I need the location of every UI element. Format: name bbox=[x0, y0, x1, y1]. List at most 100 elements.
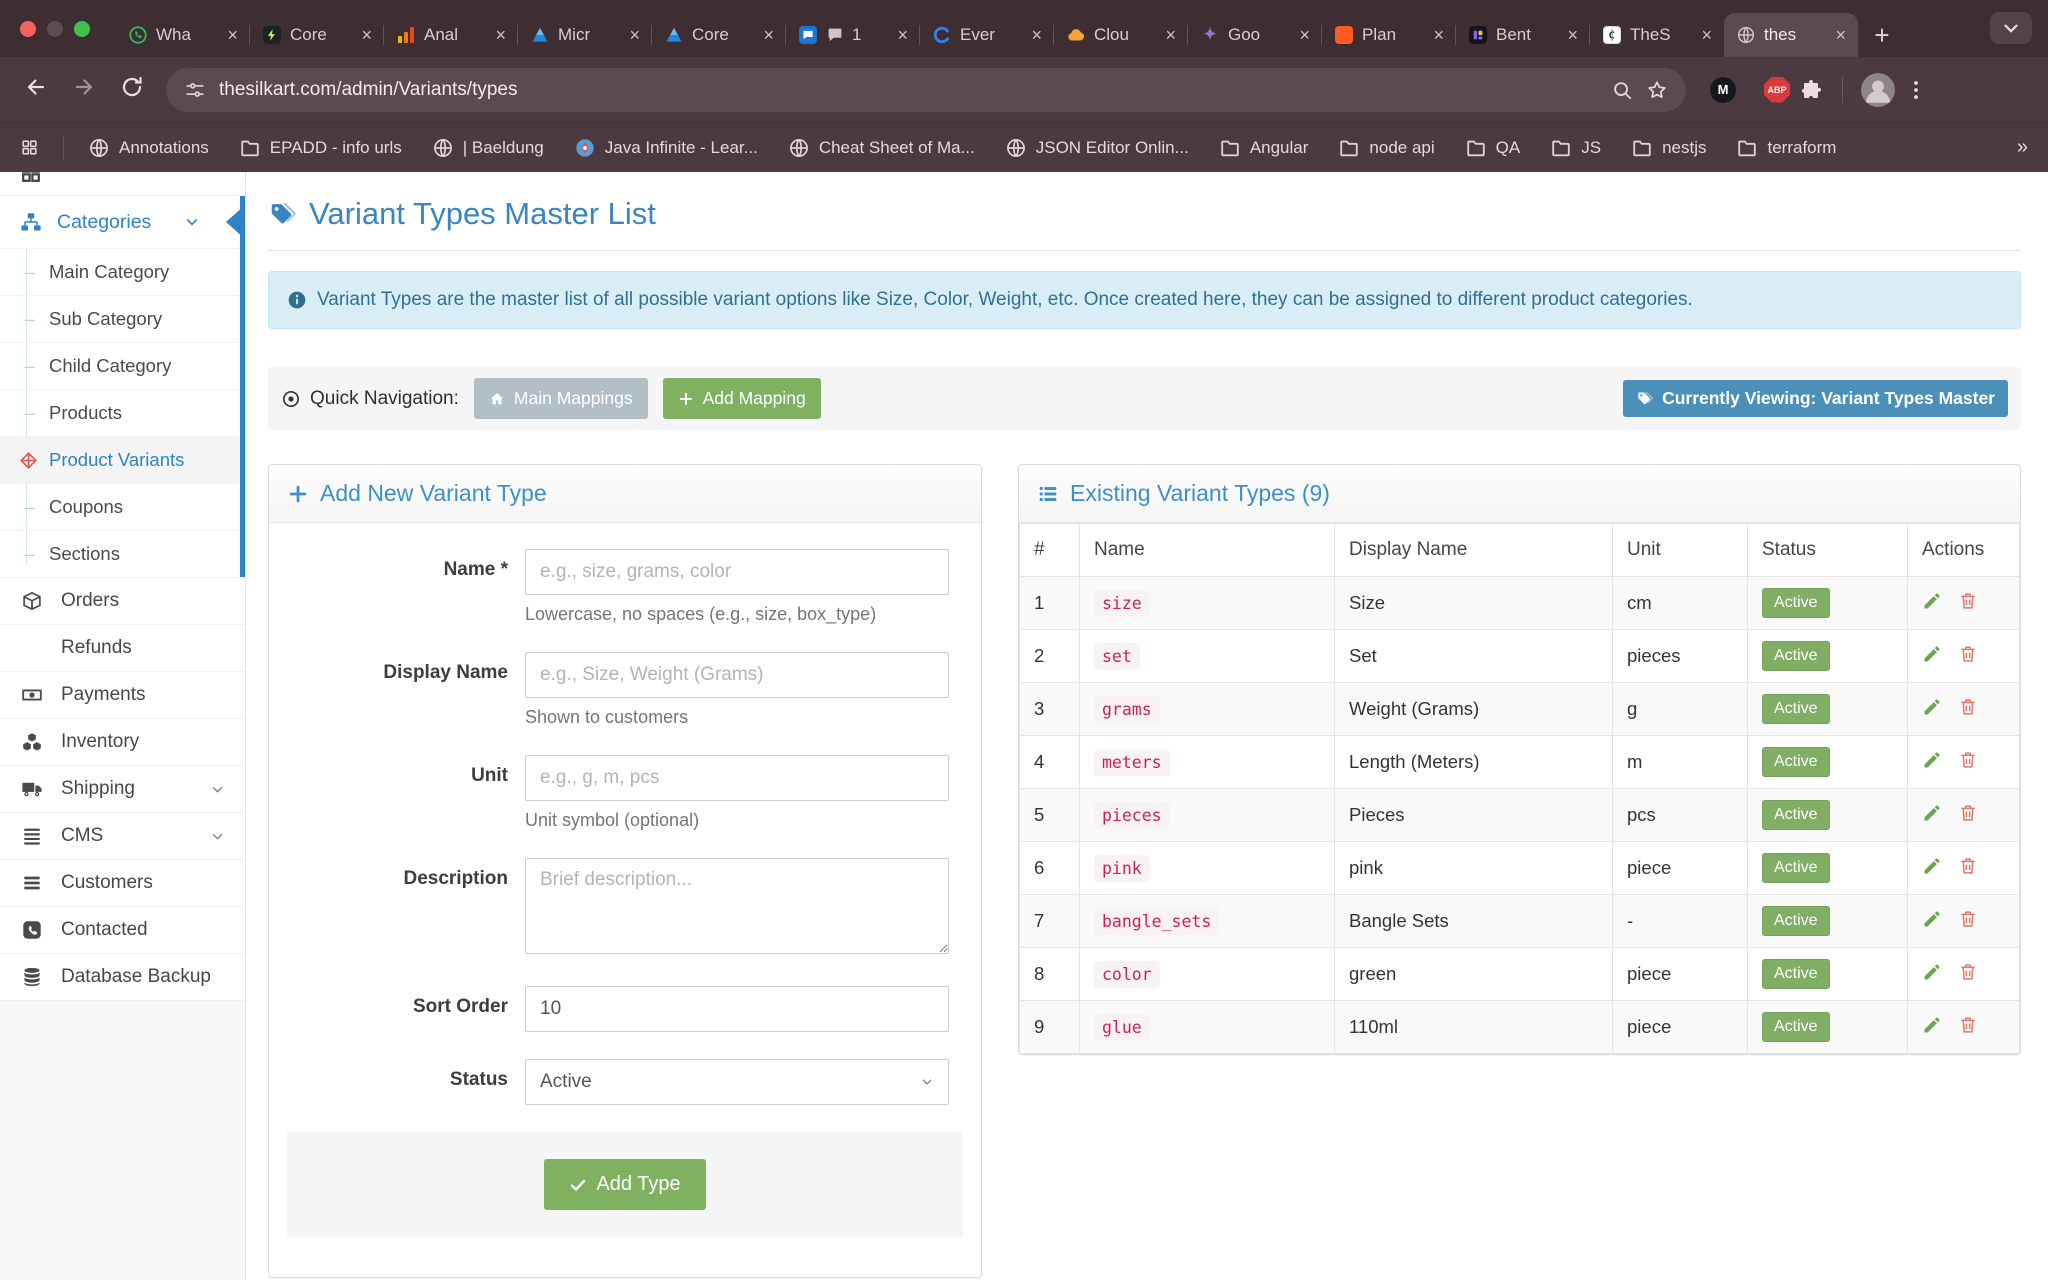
tab-close-icon[interactable]: × bbox=[1161, 24, 1180, 46]
sidebar-item-cms[interactable]: CMS bbox=[0, 812, 245, 859]
reload-button[interactable] bbox=[112, 70, 152, 110]
bookmark-item[interactable]: Cheat Sheet of Ma... bbox=[788, 137, 975, 159]
tab-close-icon[interactable]: × bbox=[357, 24, 376, 46]
browser-tab[interactable]: Goo× bbox=[1188, 13, 1322, 57]
edit-pencil-icon[interactable] bbox=[1922, 591, 1942, 611]
sidebar-item-main-category[interactable]: –Main Category bbox=[0, 248, 240, 295]
bookmark-item[interactable]: EPADD - info urls bbox=[239, 137, 402, 159]
tab-close-icon[interactable]: × bbox=[1295, 24, 1314, 46]
browser-tab[interactable]: Plan× bbox=[1322, 13, 1456, 57]
delete-trash-icon[interactable] bbox=[1958, 591, 1978, 611]
delete-trash-icon[interactable] bbox=[1958, 750, 1978, 770]
search-icon[interactable] bbox=[1611, 79, 1633, 101]
tab-close-icon[interactable]: × bbox=[1831, 24, 1850, 46]
tab-close-icon[interactable]: × bbox=[1429, 24, 1448, 46]
edit-pencil-icon[interactable] bbox=[1922, 962, 1942, 982]
forward-button[interactable] bbox=[64, 70, 104, 110]
tab-close-icon[interactable]: × bbox=[1027, 24, 1046, 46]
browser-tab[interactable]: TheS× bbox=[1590, 13, 1724, 57]
tab-close-icon[interactable]: × bbox=[491, 24, 510, 46]
sidebar-item-products[interactable]: –Products bbox=[0, 389, 240, 436]
display-name-input[interactable] bbox=[525, 652, 949, 698]
delete-trash-icon[interactable] bbox=[1958, 803, 1978, 823]
sidebar-item-inventory[interactable]: Inventory bbox=[0, 718, 245, 765]
delete-trash-icon[interactable] bbox=[1958, 1015, 1978, 1035]
m-ext-extension-icon[interactable]: M bbox=[1710, 77, 1736, 103]
edit-pencil-icon[interactable] bbox=[1922, 856, 1942, 876]
sidebar-item-database-backup[interactable]: Database Backup bbox=[0, 953, 245, 1000]
browser-menu-kebab-icon[interactable] bbox=[1903, 77, 1929, 103]
sidebar-item-orders[interactable]: Orders bbox=[0, 577, 245, 624]
tab-close-icon[interactable]: × bbox=[223, 24, 242, 46]
browser-tab[interactable]: Core× bbox=[250, 13, 384, 57]
sidebar-item-child-category[interactable]: –Child Category bbox=[0, 342, 240, 389]
description-textarea[interactable] bbox=[525, 858, 949, 954]
edit-pencil-icon[interactable] bbox=[1922, 1015, 1942, 1035]
browser-tab[interactable]: Core× bbox=[652, 13, 786, 57]
add-mapping-button[interactable]: Add Mapping bbox=[663, 378, 821, 419]
delete-trash-icon[interactable] bbox=[1958, 909, 1978, 929]
extensions-puzzle-icon[interactable] bbox=[1798, 77, 1824, 103]
delete-trash-icon[interactable] bbox=[1958, 644, 1978, 664]
delete-trash-icon[interactable] bbox=[1958, 697, 1978, 717]
tab-close-icon[interactable]: × bbox=[1563, 24, 1582, 46]
profile-avatar[interactable] bbox=[1861, 73, 1895, 107]
browser-tab[interactable]: Micr× bbox=[518, 13, 652, 57]
browser-tab[interactable]: 1× bbox=[786, 13, 920, 57]
sidebar-item-coupons[interactable]: –Coupons bbox=[0, 483, 240, 530]
new-tab-button[interactable]: + bbox=[1864, 17, 1900, 53]
tab-close-icon[interactable]: × bbox=[625, 24, 644, 46]
sidebar-item-sections[interactable]: –Sections bbox=[0, 530, 240, 577]
sort-order-input[interactable] bbox=[525, 986, 949, 1032]
browser-tab[interactable]: Bent× bbox=[1456, 13, 1590, 57]
close-window-button[interactable] bbox=[20, 21, 36, 37]
back-button[interactable] bbox=[16, 70, 56, 110]
sidebar-item-refunds[interactable]: Refunds bbox=[0, 624, 245, 671]
site-info-icon[interactable] bbox=[184, 79, 206, 101]
sidebar-item-shipping[interactable]: Shipping bbox=[0, 765, 245, 812]
delete-trash-icon[interactable] bbox=[1958, 856, 1978, 876]
browser-tab[interactable]: Anal× bbox=[384, 13, 518, 57]
sidebar-item-payments[interactable]: Payments bbox=[0, 671, 245, 718]
add-type-button[interactable]: Add Type bbox=[544, 1159, 705, 1210]
sidebar-item-product-variants[interactable]: Product Variants bbox=[0, 436, 240, 483]
apps-grid-icon[interactable] bbox=[20, 138, 39, 157]
partially-visible-sidebar-item[interactable] bbox=[0, 172, 245, 196]
sidebar-item-customers[interactable]: Customers bbox=[0, 859, 245, 906]
bookmark-item[interactable]: Annotations bbox=[88, 137, 209, 159]
tab-search-chevron-button[interactable] bbox=[1990, 12, 2032, 44]
bookmark-item[interactable]: Java Infinite - Lear... bbox=[574, 137, 758, 159]
main-mappings-button[interactable]: Main Mappings bbox=[474, 378, 648, 419]
minimize-window-button[interactable] bbox=[47, 21, 63, 37]
browser-tab[interactable]: Ever× bbox=[920, 13, 1054, 57]
name---input[interactable] bbox=[525, 549, 949, 595]
edit-pencil-icon[interactable] bbox=[1922, 909, 1942, 929]
edit-pencil-icon[interactable] bbox=[1922, 750, 1942, 770]
bookmark-item[interactable]: Angular bbox=[1219, 137, 1309, 159]
sidebar-item-contacted[interactable]: Contacted bbox=[0, 906, 245, 953]
tab-close-icon[interactable]: × bbox=[759, 24, 778, 46]
bookmark-item[interactable]: JSON Editor Onlin... bbox=[1005, 137, 1189, 159]
edit-pencil-icon[interactable] bbox=[1922, 644, 1942, 664]
maximize-window-button[interactable] bbox=[74, 21, 90, 37]
abp-ext-extension-icon[interactable]: ABP bbox=[1764, 77, 1790, 103]
tab-close-icon[interactable]: × bbox=[1697, 24, 1716, 46]
sidebar-item-categories[interactable]: Categories bbox=[0, 196, 240, 248]
bookmark-item[interactable]: JS bbox=[1550, 137, 1601, 159]
edit-pencil-icon[interactable] bbox=[1922, 803, 1942, 823]
sidebar-item-sub-category[interactable]: –Sub Category bbox=[0, 295, 240, 342]
bookmark-item[interactable]: QA bbox=[1465, 137, 1521, 159]
tab-close-icon[interactable]: × bbox=[893, 24, 912, 46]
status-select[interactable]: Active bbox=[525, 1059, 949, 1105]
browser-tab[interactable]: thes× bbox=[1724, 13, 1858, 57]
bookmark-item[interactable]: node api bbox=[1338, 137, 1434, 159]
edit-pencil-icon[interactable] bbox=[1922, 697, 1942, 717]
browser-tab[interactable]: Wha× bbox=[116, 13, 250, 57]
bookmark-star-icon[interactable] bbox=[1646, 79, 1668, 101]
bookmark-item[interactable]: terraform bbox=[1736, 137, 1836, 159]
unit-input[interactable] bbox=[525, 755, 949, 801]
browser-tab[interactable]: Clou× bbox=[1054, 13, 1188, 57]
bookmarks-overflow-chevron[interactable]: » bbox=[2017, 136, 2028, 159]
delete-trash-icon[interactable] bbox=[1958, 962, 1978, 982]
bookmark-item[interactable]: | Baeldung bbox=[432, 137, 544, 159]
